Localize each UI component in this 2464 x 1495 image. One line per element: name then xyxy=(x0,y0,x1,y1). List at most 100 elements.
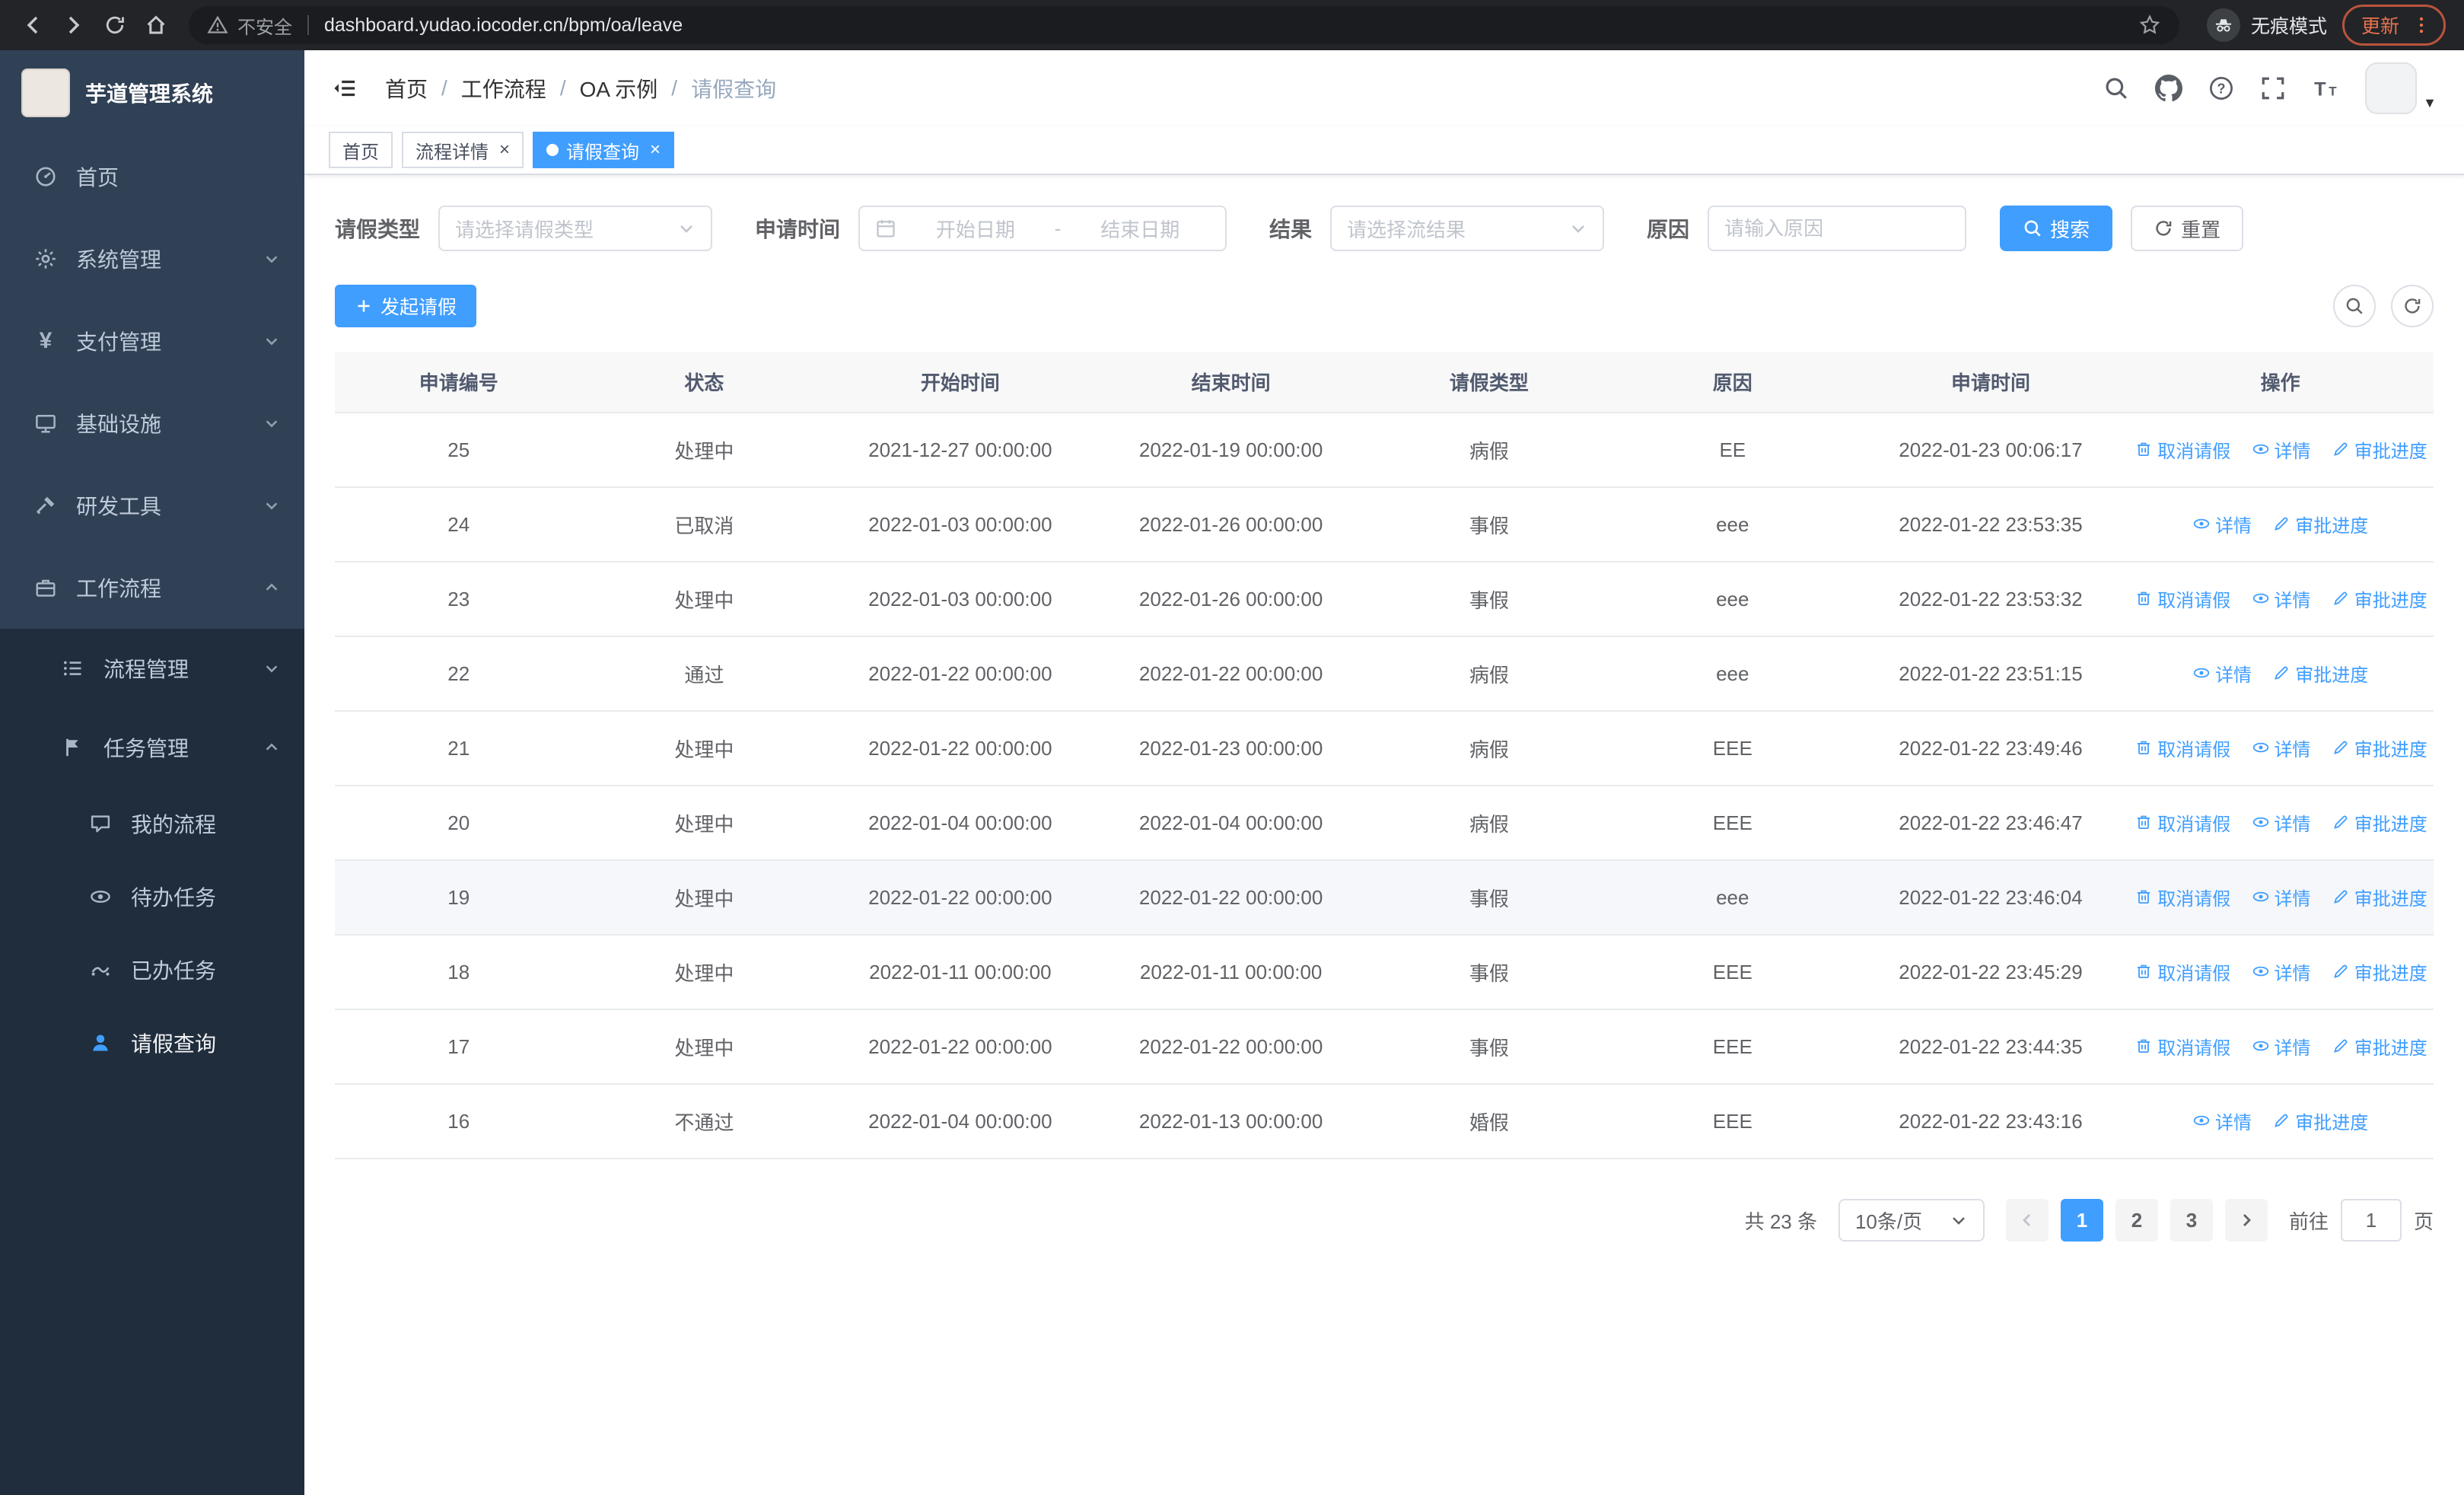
tab-process-detail[interactable]: 流程详情 × xyxy=(402,132,524,168)
progress-link[interactable]: 审批进度 xyxy=(2272,660,2368,687)
table-row[interactable]: 24 已取消 2022-01-03 00:00:00 2022-01-26 00… xyxy=(335,487,2434,563)
reason-input[interactable] xyxy=(1724,216,1950,241)
page-button-1[interactable]: 1 xyxy=(2060,1199,2103,1242)
security-chip[interactable]: 不安全 xyxy=(207,12,292,39)
table-row[interactable]: 18 处理中 2022-01-11 00:00:00 2022-01-11 00… xyxy=(335,935,2434,1010)
collapse-sidebar-button[interactable] xyxy=(332,75,358,101)
date-range-picker[interactable]: 开始日期 - 结束日期 xyxy=(858,206,1227,251)
breadcrumb-item[interactable]: 首页 xyxy=(385,73,428,104)
detail-link[interactable]: 详情 xyxy=(2192,660,2252,687)
leave-type-select[interactable]: 请选择请假类型 xyxy=(438,206,713,251)
detail-link[interactable]: 详情 xyxy=(2192,1108,2252,1134)
detail-link[interactable]: 详情 xyxy=(2252,585,2311,612)
sidebar-item-devtools[interactable]: 研发工具 xyxy=(0,464,304,547)
progress-link[interactable]: 审批进度 xyxy=(2332,436,2427,463)
tab-leave-query[interactable]: 请假查询 × xyxy=(533,132,675,168)
cancel-leave-link[interactable]: 取消请假 xyxy=(2135,735,2230,761)
progress-link[interactable]: 审批进度 xyxy=(2332,958,2427,985)
close-icon[interactable]: × xyxy=(650,139,661,161)
sidebar-item-workflow[interactable]: 工作流程 xyxy=(0,547,304,629)
back-button[interactable] xyxy=(12,5,53,46)
cell-leave-type: 事假 xyxy=(1367,487,1611,563)
detail-link[interactable]: 详情 xyxy=(2192,511,2252,537)
create-leave-button[interactable]: 发起请假 xyxy=(335,285,477,327)
progress-link[interactable]: 审批进度 xyxy=(2272,511,2368,537)
goto-page-input[interactable] xyxy=(2340,1199,2402,1242)
cancel-leave-link[interactable]: 取消请假 xyxy=(2135,884,2230,910)
cancel-leave-link[interactable]: 取消请假 xyxy=(2135,809,2230,836)
prev-page-button[interactable] xyxy=(2005,1199,2049,1242)
reset-button[interactable]: 重置 xyxy=(2131,206,2244,251)
detail-link[interactable]: 详情 xyxy=(2252,958,2311,985)
cell-operations: 取消请假 详情 审批进度 xyxy=(2127,860,2434,936)
breadcrumb-item[interactable]: OA 示例 xyxy=(580,73,658,104)
bookmark-star-icon[interactable] xyxy=(2138,14,2161,37)
search-icon[interactable] xyxy=(2103,75,2129,101)
user-menu[interactable]: ▼ xyxy=(2365,62,2437,114)
refresh-button[interactable] xyxy=(94,5,135,46)
cell-reason: eee xyxy=(1610,860,1854,936)
table-row[interactable]: 23 处理中 2022-01-03 00:00:00 2022-01-26 00… xyxy=(335,562,2434,637)
sidebar-item-system[interactable]: 系统管理 xyxy=(0,218,304,300)
page-size-select[interactable]: 10条/页 xyxy=(1838,1199,1985,1242)
progress-link[interactable]: 审批进度 xyxy=(2332,585,2427,612)
sidebar-item-infra[interactable]: 基础设施 xyxy=(0,382,304,464)
cancel-leave-link[interactable]: 取消请假 xyxy=(2135,1033,2230,1060)
sidebar-item-leave-query[interactable]: 请假查询 xyxy=(0,1006,304,1079)
cancel-leave-label: 取消请假 xyxy=(2157,590,2231,611)
sidebar-item-task-mgmt[interactable]: 任务管理 xyxy=(0,708,304,787)
progress-link[interactable]: 审批进度 xyxy=(2272,1108,2368,1134)
home-button[interactable] xyxy=(135,5,177,46)
detail-link[interactable]: 详情 xyxy=(2252,1033,2311,1060)
font-size-icon[interactable]: TT xyxy=(2312,75,2339,101)
trash-icon xyxy=(2135,813,2153,831)
table-row[interactable]: 19 处理中 2022-01-22 00:00:00 2022-01-22 00… xyxy=(335,860,2434,936)
detail-label: 详情 xyxy=(2215,1112,2252,1133)
table-row[interactable]: 16 不通过 2022-01-04 00:00:00 2022-01-13 00… xyxy=(335,1084,2434,1159)
update-button[interactable]: 更新 xyxy=(2341,5,2446,46)
eye-icon xyxy=(2192,515,2211,533)
sidebar-item-payment[interactable]: ¥ 支付管理 xyxy=(0,300,304,382)
progress-link[interactable]: 审批进度 xyxy=(2332,809,2427,836)
table-row[interactable]: 21 处理中 2022-01-22 00:00:00 2022-01-23 00… xyxy=(335,711,2434,786)
refresh-table-button[interactable] xyxy=(2391,285,2434,327)
progress-link[interactable]: 审批进度 xyxy=(2332,1033,2427,1060)
detail-link[interactable]: 详情 xyxy=(2252,884,2311,910)
next-page-button[interactable] xyxy=(2224,1199,2268,1242)
github-icon[interactable] xyxy=(2155,75,2183,102)
cancel-leave-link[interactable]: 取消请假 xyxy=(2135,436,2230,463)
avatar[interactable] xyxy=(2365,62,2418,114)
progress-link[interactable]: 审批进度 xyxy=(2332,735,2427,761)
breadcrumb-item[interactable]: 工作流程 xyxy=(461,73,546,104)
detail-link[interactable]: 详情 xyxy=(2252,436,2311,463)
toggle-search-button[interactable] xyxy=(2333,285,2376,327)
detail-link[interactable]: 详情 xyxy=(2252,735,2311,761)
sidebar-item-my-process[interactable]: 我的流程 xyxy=(0,787,304,860)
table-row[interactable]: 17 处理中 2022-01-22 00:00:00 2022-01-22 00… xyxy=(335,1009,2434,1085)
search-button[interactable]: 搜索 xyxy=(2000,206,2113,251)
page-button-2[interactable]: 2 xyxy=(2115,1199,2158,1242)
cell-start-time: 2021-12-27 00:00:00 xyxy=(826,413,1095,488)
result-select[interactable]: 请选择流结果 xyxy=(1330,206,1605,251)
progress-link[interactable]: 审批进度 xyxy=(2332,884,2427,910)
detail-link[interactable]: 详情 xyxy=(2252,809,2311,836)
table-row[interactable]: 22 通过 2022-01-22 00:00:00 2022-01-22 00:… xyxy=(335,636,2434,712)
table-row[interactable]: 25 处理中 2021-12-27 00:00:00 2022-01-19 00… xyxy=(335,413,2434,488)
address-bar[interactable]: 不安全 dashboard.yudao.iocoder.cn/bpm/oa/le… xyxy=(189,6,2179,44)
sidebar-item-home[interactable]: 首页 xyxy=(0,135,304,218)
sidebar-item-done-tasks[interactable]: 已办任务 xyxy=(0,933,304,1006)
sidebar-item-todo-tasks[interactable]: 待办任务 xyxy=(0,860,304,933)
page-button-3[interactable]: 3 xyxy=(2170,1199,2213,1242)
sidebar-item-process-mgmt[interactable]: 流程管理 xyxy=(0,629,304,708)
cancel-leave-link[interactable]: 取消请假 xyxy=(2135,958,2230,985)
help-icon[interactable]: ? xyxy=(2208,75,2234,101)
tab-home[interactable]: 首页 xyxy=(329,132,393,168)
forward-button[interactable] xyxy=(53,5,94,46)
browser-menu-icon[interactable] xyxy=(2411,15,2431,35)
cancel-leave-link[interactable]: 取消请假 xyxy=(2135,585,2230,612)
table-row[interactable]: 20 处理中 2022-01-04 00:00:00 2022-01-04 00… xyxy=(335,786,2434,861)
fullscreen-icon[interactable] xyxy=(2260,75,2286,101)
close-icon[interactable]: × xyxy=(499,139,510,161)
cell-start-time: 2022-01-03 00:00:00 xyxy=(826,487,1095,563)
incognito-icon xyxy=(2206,8,2240,42)
